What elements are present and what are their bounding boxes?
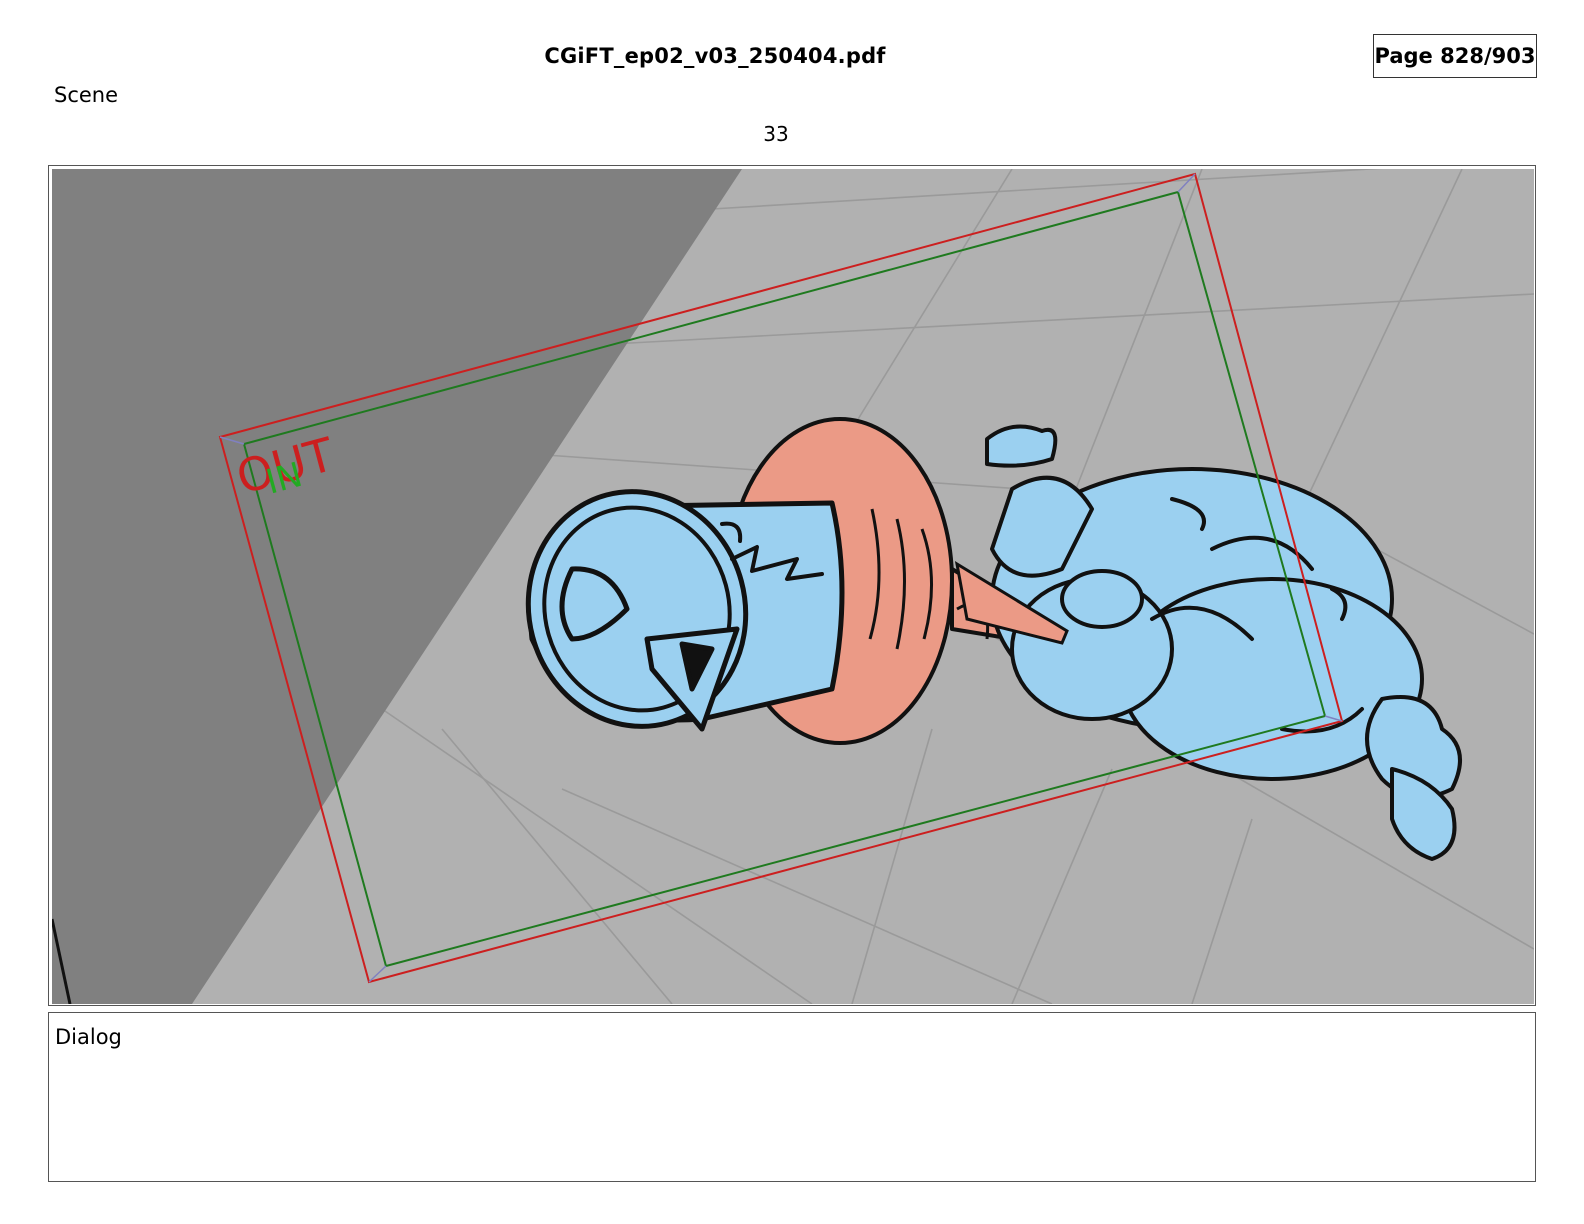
- document-title: CGiFT_ep02_v03_250404.pdf: [544, 44, 886, 68]
- storyboard-panel: OUT IN: [48, 165, 1536, 1006]
- panel-drawing: OUT IN: [52, 169, 1534, 1004]
- scene-label: Scene: [54, 83, 119, 107]
- dialog-box: Dialog: [48, 1012, 1536, 1182]
- scene-number: 33: [763, 122, 789, 146]
- dialog-label: Dialog: [55, 1025, 122, 1049]
- page-counter: Page 828/903: [1373, 34, 1537, 78]
